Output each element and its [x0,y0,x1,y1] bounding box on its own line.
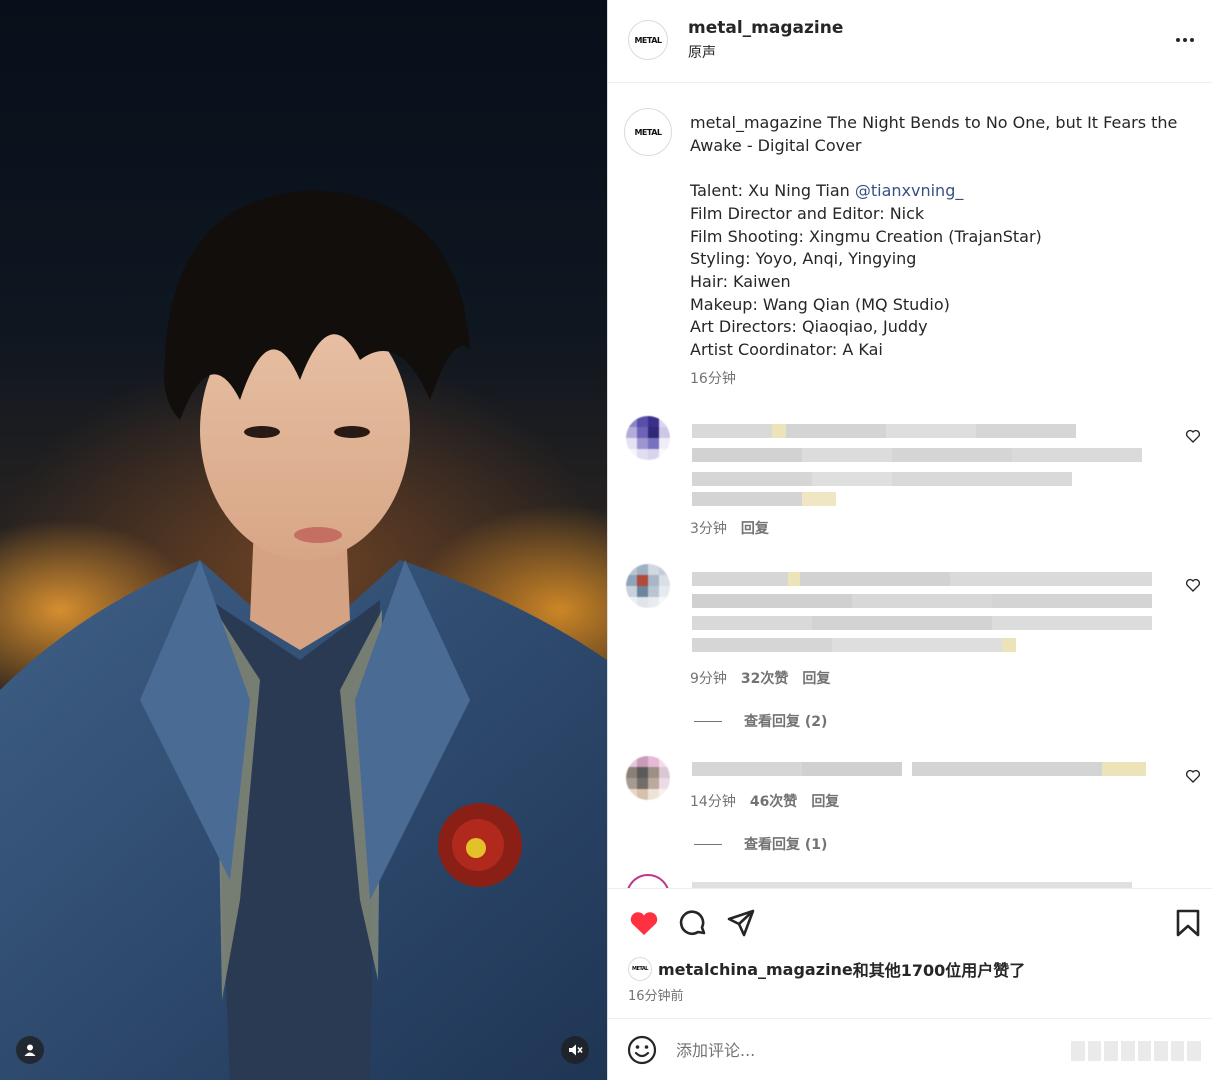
audio-label[interactable]: 原声 [688,42,716,62]
view-replies-button[interactable]: 查看回复 (2) [694,711,827,731]
share-icon[interactable] [725,907,757,939]
commenter-avatar[interactable] [626,874,670,888]
comment-input[interactable] [676,1037,1136,1063]
comment-meta: 3分钟 回复 [690,521,769,537]
blurred-comment-text [692,424,1076,438]
reply-button[interactable]: 回复 [811,794,839,810]
more-icon[interactable] [1173,28,1197,52]
comment-like-count[interactable]: 46次赞 [750,794,797,810]
comment-meta: 9分钟 32次赞 回复 [690,671,831,687]
credit-line: Artist Coordinator: A Kai [690,340,883,360]
heart-icon[interactable] [628,907,660,939]
caption: metal_magazine The Night Bends to No One… [690,112,1190,390]
post-side-panel: METAL metal_magazine 原声 METAL metal_maga… [607,0,1212,1080]
credit-line: Art Directors: Qiaoqiao, Juddy [690,317,928,337]
credit-line: Talent: Xu Ning Tian @tianxvning_ [690,181,964,201]
bookmark-icon[interactable] [1172,907,1204,939]
liker-username[interactable]: metalchina_magazine [658,960,853,979]
user-tag-icon[interactable] [16,1036,44,1064]
emoji-icon[interactable] [626,1034,658,1066]
likes-count-text[interactable]: 和其他1700位用户赞了 [853,957,1026,981]
reply-button[interactable]: 回复 [741,521,769,537]
post-actions: METAL metalchina_magazine 和其他1700位用户赞了 16… [608,888,1212,1018]
credit-line: Makeup: Wang Qian (MQ Studio) [690,294,950,314]
post-header: METAL metal_magazine 原声 [608,0,1212,83]
credit-line: Hair: Kaiwen [690,271,791,291]
comment-icon[interactable] [677,907,709,939]
talent-mention-link[interactable]: @tianxvning_ [855,181,963,200]
caption-username[interactable]: metal_magazine [690,113,822,132]
liker-avatar[interactable]: METAL [628,957,652,981]
post-time[interactable]: 16分钟前 [628,985,684,1004]
blurred-comment-text [692,616,1152,630]
heart-icon[interactable] [1185,577,1201,593]
comment-meta: 14分钟 46次赞 回复 [690,794,840,810]
heart-icon[interactable] [1185,428,1201,444]
mute-icon[interactable] [561,1036,589,1064]
author-username[interactable]: metal_magazine [688,18,843,38]
author-avatar[interactable]: METAL [628,20,668,60]
watermark [1071,1041,1201,1061]
comment-like-count[interactable]: 32次赞 [741,671,788,687]
credit-line: Styling: Yoyo, Anqi, Yingying [690,249,917,269]
blurred-comment-text [692,762,1146,776]
post-photo [0,190,607,1080]
likes-summary[interactable]: METAL metalchina_magazine 和其他1700位用户赞了 [628,957,1025,981]
post-media[interactable] [0,0,607,1080]
blurred-comment-text [692,638,1016,652]
commenter-avatar[interactable] [626,756,670,800]
blurred-comment-text [692,572,1152,586]
blurred-comment-text [692,492,836,506]
commenter-avatar[interactable] [626,564,670,608]
comments-list[interactable]: METAL metal_magazine The Night Bends to … [608,84,1212,888]
blurred-comment-text [692,472,1072,486]
reply-button[interactable]: 回复 [802,671,830,687]
caption-time: 16分钟 [690,370,736,387]
heart-icon[interactable] [1185,768,1201,784]
view-replies-button[interactable]: 查看回复 (1) [694,834,827,854]
commenter-avatar[interactable] [626,416,670,460]
blurred-comment-text [692,448,1142,462]
blurred-comment-text [692,594,1152,608]
add-comment-bar [608,1018,1212,1080]
credit-line: Film Shooting: Xingmu Creation (TrajanSt… [690,226,1042,246]
caption-avatar[interactable]: METAL [624,108,672,156]
credit-line: Film Director and Editor: Nick [690,203,925,223]
